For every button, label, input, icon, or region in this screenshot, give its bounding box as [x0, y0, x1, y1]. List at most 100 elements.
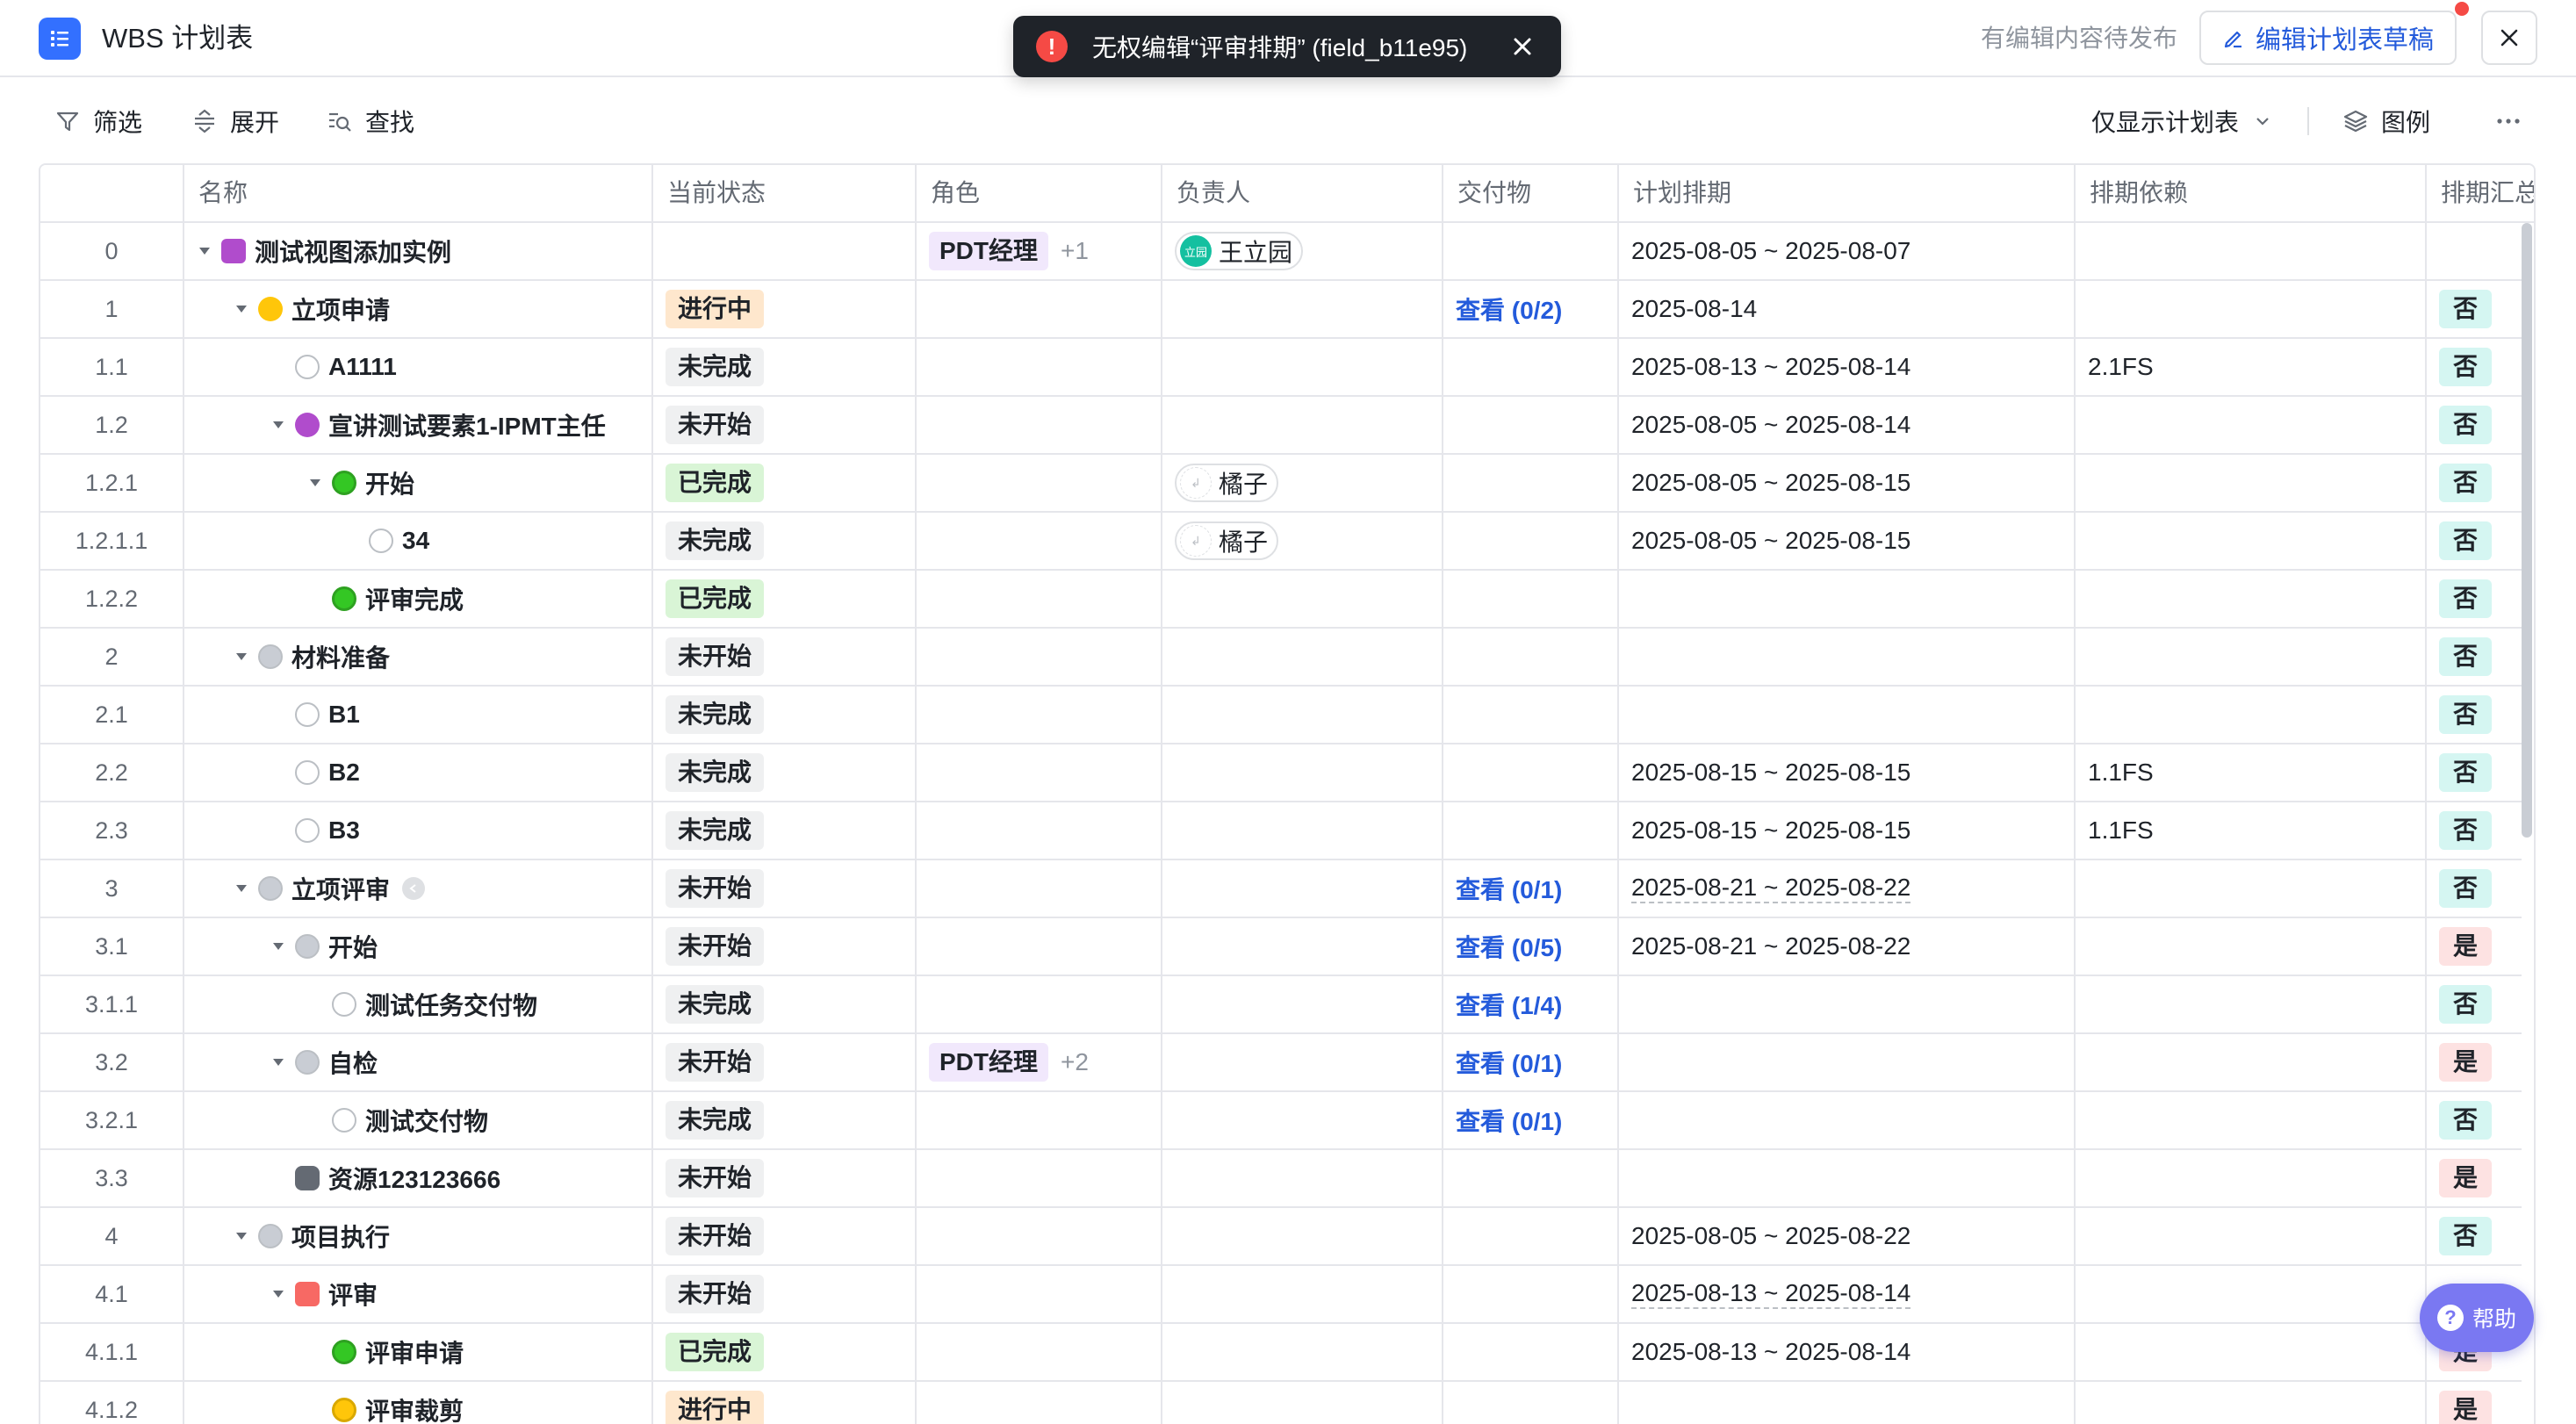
cell-yn[interactable]: 否 [2425, 860, 2534, 917]
cell-sched[interactable]: 2025-08-05 ~ 2025-08-22 [1617, 1208, 2074, 1264]
cell-owner[interactable] [1161, 571, 1442, 627]
table-row[interactable]: 2.3 B3 未完成 2025-08-15 ~ 2025-08-15 1.1FS 否 [40, 802, 2534, 860]
cell-name[interactable]: 34 [183, 513, 651, 569]
cell-deliv[interactable]: 查看 (0/1) [1442, 1034, 1617, 1090]
cell-name[interactable]: 评审申请 [183, 1324, 651, 1380]
cell-sched[interactable]: 2025-08-15 ~ 2025-08-15 [1617, 802, 2074, 859]
cell-sched[interactable] [1617, 1382, 2074, 1424]
cell-role[interactable] [915, 397, 1161, 453]
cell-dep[interactable] [2074, 1324, 2425, 1380]
cell-deliv[interactable] [1442, 802, 1617, 859]
cell-deliv[interactable]: 查看 (0/1) [1442, 1092, 1617, 1148]
status-badge[interactable]: 未完成 [666, 348, 765, 386]
cell-owner[interactable] [1161, 629, 1442, 685]
cell-role[interactable] [915, 744, 1161, 801]
role-more-count[interactable]: +2 [1061, 1048, 1089, 1076]
more-button[interactable] [2493, 98, 2523, 144]
cell-sched[interactable]: 2025-08-15 ~ 2025-08-15 [1617, 744, 2074, 801]
status-badge[interactable]: 未完成 [666, 985, 765, 1024]
filter-button[interactable]: 筛选 [54, 98, 142, 144]
cell-sched[interactable] [1617, 1034, 2074, 1090]
cell-sched[interactable] [1617, 1092, 2074, 1148]
cell-dep[interactable] [2074, 397, 2425, 453]
cell-dep[interactable] [2074, 1266, 2425, 1322]
cell-sched[interactable]: 2025-08-05 ~ 2025-08-14 [1617, 397, 2074, 453]
caret-down-icon[interactable] [232, 299, 251, 319]
cell-dep[interactable] [2074, 860, 2425, 917]
table-row[interactable]: 2.1 B1 未完成 否 [40, 687, 2534, 744]
cell-deliv[interactable] [1442, 744, 1617, 801]
cell-owner[interactable] [1161, 802, 1442, 859]
status-badge[interactable]: 未完成 [666, 811, 765, 850]
cell-owner[interactable] [1161, 397, 1442, 453]
cell-dep[interactable] [2074, 687, 2425, 743]
caret-down-icon[interactable] [269, 1053, 288, 1072]
cell-status[interactable]: 未开始 [651, 397, 915, 453]
cell-owner[interactable] [1161, 281, 1442, 337]
cell-status[interactable]: 未完成 [651, 513, 915, 569]
cell-name[interactable]: 测试任务交付物 [183, 976, 651, 1032]
cell-name[interactable]: 材料准备 [183, 629, 651, 685]
status-badge[interactable]: 未完成 [666, 1101, 765, 1140]
cell-owner[interactable] [1161, 339, 1442, 395]
cell-deliv[interactable] [1442, 1150, 1617, 1206]
col-header-role[interactable]: 角色 [915, 165, 1161, 221]
cell-owner[interactable] [1161, 1092, 1442, 1148]
cell-dep[interactable] [2074, 1034, 2425, 1090]
status-badge[interactable]: 未开始 [666, 1217, 765, 1255]
cell-dep[interactable] [2074, 918, 2425, 975]
cell-role[interactable] [915, 1092, 1161, 1148]
cell-status[interactable]: 进行中 [651, 1382, 915, 1424]
cell-deliv[interactable] [1442, 1266, 1617, 1322]
cell-role[interactable] [915, 918, 1161, 975]
help-button[interactable]: ? 帮助 [2420, 1284, 2534, 1352]
cell-dep[interactable] [2074, 1382, 2425, 1424]
cell-dep[interactable] [2074, 976, 2425, 1032]
cell-role[interactable] [915, 860, 1161, 917]
edit-draft-button[interactable]: 编辑计划表草稿 [2198, 11, 2457, 65]
schedule-range[interactable]: 2025-08-05 ~ 2025-08-22 [1631, 1222, 1910, 1250]
cell-deliv[interactable]: 查看 (0/5) [1442, 918, 1617, 975]
cell-role[interactable] [915, 455, 1161, 511]
cell-owner[interactable]: ↲ 橘子 [1161, 455, 1442, 511]
cell-role[interactable] [915, 1150, 1161, 1206]
caret-down-icon[interactable] [232, 879, 251, 898]
cell-dep[interactable] [2074, 1092, 2425, 1148]
close-button[interactable] [2481, 11, 2537, 65]
cell-sched[interactable] [1617, 687, 2074, 743]
cell-name[interactable]: 测试交付物 [183, 1092, 651, 1148]
caret-down-icon[interactable] [232, 1226, 251, 1246]
cell-role[interactable] [915, 281, 1161, 337]
schedule-range[interactable]: 2025-08-05 ~ 2025-08-14 [1631, 411, 1910, 439]
cell-dep[interactable] [2074, 281, 2425, 337]
schedule-range[interactable]: 2025-08-21 ~ 2025-08-22 [1631, 932, 1910, 960]
deliverable-link[interactable]: 查看 (0/1) [1456, 1103, 1562, 1138]
cell-sched[interactable] [1617, 571, 2074, 627]
cell-name[interactable]: 自检 [183, 1034, 651, 1090]
cell-owner[interactable] [1161, 744, 1442, 801]
cell-dep[interactable] [2074, 1208, 2425, 1264]
cell-status[interactable]: 未完成 [651, 687, 915, 743]
col-header-schedule[interactable]: 计划排期 [1617, 165, 2074, 221]
cell-yn[interactable]: 否 [2425, 687, 2534, 743]
table-row[interactable]: 1.1 A1111 未完成 2025-08-13 ~ 2025-08-14 2.1FS 否 [40, 339, 2534, 397]
table-row[interactable]: 2 材料准备 未开始 否 [40, 629, 2534, 687]
cell-status[interactable]: 未开始 [651, 1150, 915, 1206]
cell-deliv[interactable] [1442, 513, 1617, 569]
status-badge[interactable]: 进行中 [666, 290, 765, 328]
cell-status[interactable]: 未完成 [651, 744, 915, 801]
status-badge[interactable]: 未开始 [666, 1275, 765, 1313]
deliverable-link[interactable]: 查看 (1/4) [1456, 987, 1562, 1022]
status-badge[interactable]: 进行中 [666, 1391, 765, 1424]
cell-dep[interactable]: 2.1FS [2074, 339, 2425, 395]
cell-status[interactable]: 进行中 [651, 281, 915, 337]
cell-yn[interactable]: 否 [2425, 744, 2534, 801]
cell-yn[interactable]: 否 [2425, 1208, 2534, 1264]
cell-dep[interactable] [2074, 1150, 2425, 1206]
col-header-name[interactable]: 名称 [183, 165, 651, 221]
cell-name[interactable]: 宣讲测试要素1-IPMT主任 [183, 397, 651, 453]
cell-name[interactable]: 资源123123666 [183, 1150, 651, 1206]
dependency-value[interactable]: 1.1FS [2088, 759, 2154, 787]
table-row[interactable]: 3.2 自检 未开始 PDT经理 +2 查看 (0/1) 是 [40, 1034, 2534, 1092]
cell-role[interactable]: PDT经理 +1 [915, 223, 1161, 279]
